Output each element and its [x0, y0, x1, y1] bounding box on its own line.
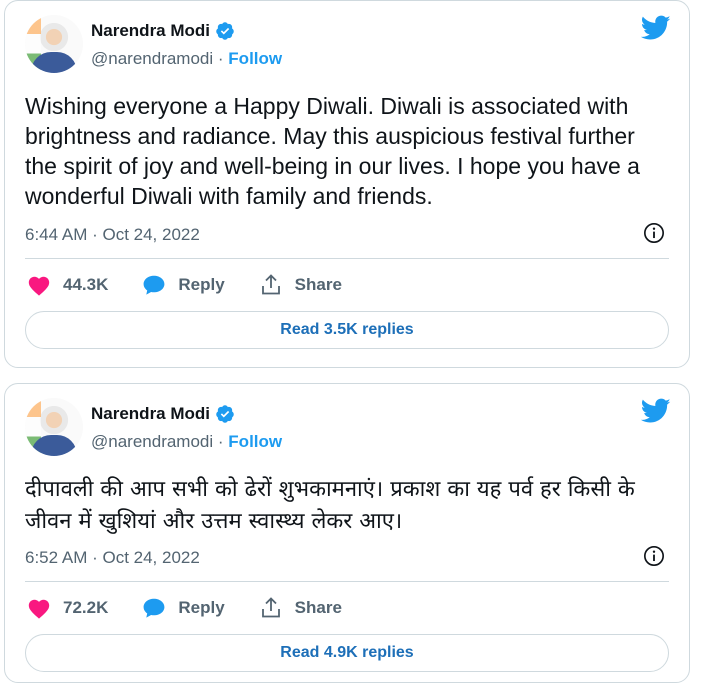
like-button[interactable]: 44.3K [27, 274, 108, 296]
like-count: 72.2K [63, 598, 109, 617]
divider [25, 258, 669, 259]
reply-bubble-icon [143, 275, 165, 295]
tweet-header: Narendra Modi @narendramodi · Follow [25, 15, 665, 75]
author-name[interactable]: Narendra Modi [91, 21, 210, 41]
reply-bubble-icon [143, 598, 165, 618]
tweet-actions: 72.2K Reply Share [27, 596, 376, 620]
share-button[interactable]: Share [259, 596, 342, 620]
avatar[interactable] [25, 398, 83, 456]
follow-button[interactable]: Follow [228, 49, 282, 68]
separator: · [217, 432, 224, 451]
tweet-header: Narendra Modi @narendramodi · Follow [25, 398, 665, 458]
twitter-bird-icon[interactable] [641, 15, 671, 41]
like-count: 44.3K [63, 275, 109, 294]
tweet-timestamp[interactable]: 6:52 AM · Oct 24, 2022 [25, 548, 200, 568]
read-replies-button[interactable]: Read 4.9K replies [25, 634, 669, 672]
share-button[interactable]: Share [259, 273, 342, 297]
share-icon [261, 274, 280, 295]
info-icon[interactable] [643, 545, 665, 567]
tweet-timestamp[interactable]: 6:44 AM · Oct 24, 2022 [25, 225, 200, 245]
heart-icon [28, 599, 50, 619]
heart-icon [28, 276, 50, 296]
avatar[interactable] [25, 15, 83, 73]
share-label: Share [294, 598, 342, 617]
reply-button[interactable]: Reply [142, 274, 225, 296]
reply-label: Reply [178, 598, 225, 617]
divider [25, 581, 669, 582]
tweet-text: दीपावली की आप सभी को ढेरों शुभकामनाएं। प… [25, 477, 635, 534]
tweet-text: Wishing everyone a Happy Diwali. Diwali … [25, 93, 640, 209]
verified-badge-icon [216, 405, 234, 423]
read-replies-button[interactable]: Read 3.5K replies [25, 311, 669, 349]
share-label: Share [294, 275, 342, 294]
reply-button[interactable]: Reply [142, 597, 225, 619]
tweet-card: Narendra Modi @narendramodi · Follow Wis… [4, 0, 690, 368]
separator: · [217, 49, 224, 68]
like-button[interactable]: 72.2K [27, 597, 108, 619]
author-name[interactable]: Narendra Modi [91, 404, 210, 424]
twitter-bird-icon[interactable] [641, 398, 671, 424]
author-handle[interactable]: @narendramodi [91, 432, 213, 451]
author-handle[interactable]: @narendramodi [91, 49, 213, 68]
verified-badge-icon [216, 22, 234, 40]
tweet-actions: 44.3K Reply Share [27, 273, 376, 297]
share-icon [261, 597, 280, 618]
reply-label: Reply [178, 275, 225, 294]
tweet-card: Narendra Modi @narendramodi · Follow दीप… [4, 383, 690, 683]
info-icon[interactable] [643, 222, 665, 244]
follow-button[interactable]: Follow [228, 432, 282, 451]
